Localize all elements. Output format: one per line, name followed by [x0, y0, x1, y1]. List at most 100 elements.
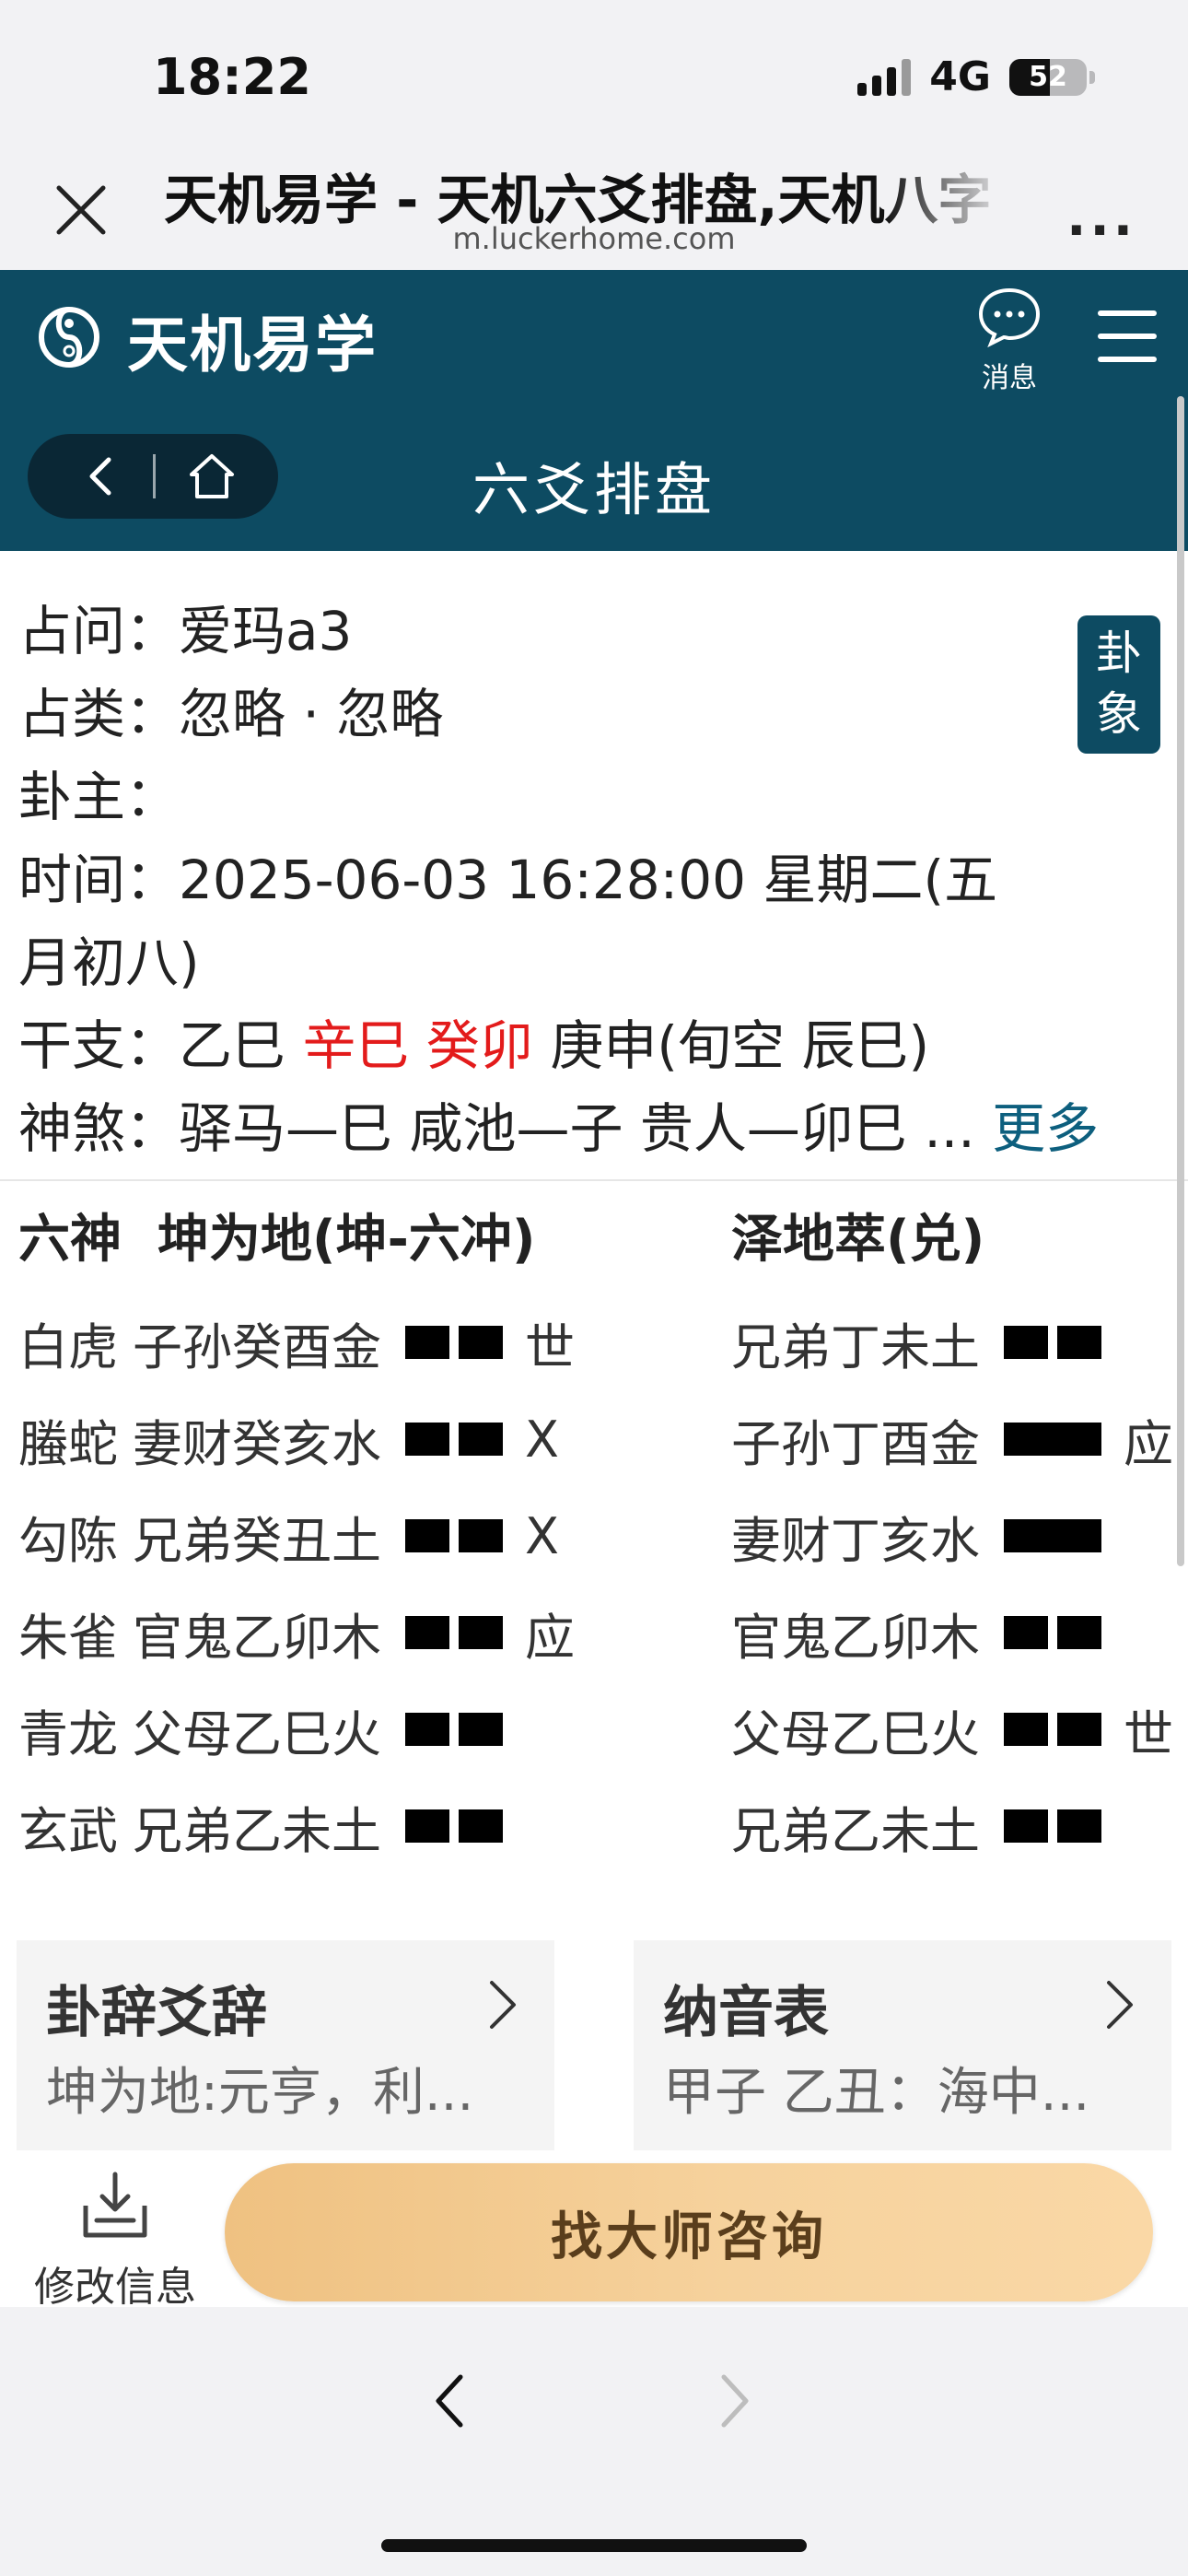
- line-text: 父母乙巳火: [133, 1704, 381, 1763]
- status-bar: 18:22 4G 52: [0, 0, 1188, 147]
- messages-label: 消息: [982, 362, 1037, 394]
- main-line-1: 白虎 子孙癸酉金 世: [18, 1310, 575, 1376]
- line-marker: X: [525, 1506, 559, 1565]
- liushen-name: 青龙: [18, 1704, 118, 1763]
- line-text: 官鬼乙卯木: [133, 1608, 381, 1667]
- main-hexagram-header: 六神 坤为地(坤-六冲): [18, 1198, 535, 1272]
- changed-line-2: 子孙丁酉金 应: [731, 1407, 1173, 1473]
- changed-line-3: 妻财丁亥水: [731, 1504, 1124, 1570]
- line-marker: X: [525, 1410, 559, 1469]
- yin-line-mark: [405, 1519, 503, 1552]
- changed-line-6: 兄弟乙未土: [731, 1794, 1124, 1860]
- page-url: m.luckerhome.com: [452, 221, 736, 256]
- chat-bubble-icon: [978, 287, 1041, 348]
- owner-row: 卦主：: [18, 755, 1160, 838]
- yin-line-mark: [405, 1616, 503, 1649]
- shensha-label: 神煞：: [18, 1097, 180, 1160]
- main-line-4: 朱雀 官鬼乙卯木 应: [18, 1600, 575, 1667]
- changed-line-4: 官鬼乙卯木: [731, 1600, 1124, 1667]
- nayin-card[interactable]: 纳音表 甲子 乙丑：海中...: [634, 1940, 1171, 2150]
- time-row: 时间：2025-06-03 16:28:00 星期二(五: [18, 838, 1160, 921]
- shensha-row: 神煞：驿马—巳 咸池—子 贵人—卯巳 ... 更多: [18, 1087, 1160, 1170]
- time-row-continued: 月初八): [18, 921, 1160, 1004]
- ganzhi-month: 辛巳: [302, 1014, 410, 1077]
- ganzhi-xunkong: (旬空 辰巳): [657, 1014, 930, 1077]
- edit-info-label: 修改信息: [34, 2264, 196, 2311]
- guaci-desc: 坤为地:元亨，利...: [46, 2063, 474, 2123]
- time-value: 2025-06-03 16:28:00 星期二(五: [179, 849, 998, 911]
- question-label: 占问：: [18, 600, 180, 662]
- network-type: 4G: [929, 53, 991, 100]
- line-text: 兄弟乙未土: [731, 1801, 980, 1860]
- changed-line-1: 兄弟丁未土: [731, 1310, 1124, 1376]
- line-text: 兄弟癸丑土: [133, 1511, 381, 1570]
- line-text: 官鬼乙卯木: [731, 1608, 980, 1667]
- battery-level: 52: [1029, 61, 1067, 93]
- logo-icon: [39, 307, 99, 368]
- divination-info: 占问：爱玛a3 占类：忽略 · 忽略 卦主： 时间：2025-06-03 16:…: [18, 590, 1160, 1170]
- line-text: 妻财癸亥水: [133, 1414, 381, 1473]
- shensha-value: 驿马—巳 咸池—子 贵人—卯巳 ...: [179, 1097, 975, 1160]
- category-row: 占类：忽略 · 忽略: [18, 673, 1160, 755]
- edit-info-button[interactable]: 修改信息: [28, 2169, 203, 2313]
- main-line-6: 玄武 兄弟乙未土: [18, 1794, 525, 1860]
- chevron-right-icon: [490, 1981, 516, 2029]
- main-line-2: 螣蛇 妻财癸亥水 X: [18, 1407, 559, 1473]
- yin-line-mark: [1004, 1809, 1101, 1843]
- yin-line-mark: [1004, 1713, 1101, 1746]
- main-line-5: 青龙 父母乙巳火: [18, 1697, 525, 1763]
- line-marker: 应: [1124, 1414, 1173, 1473]
- line-text: 妻财丁亥水: [731, 1511, 980, 1570]
- liushen-name: 螣蛇: [18, 1414, 118, 1473]
- main-hexagram-name: 坤为地(坤-六冲): [157, 1210, 536, 1270]
- yin-line-mark: [405, 1423, 503, 1456]
- question-value: 爱玛a3: [179, 600, 353, 662]
- browser-toolbar: [0, 2307, 1188, 2576]
- divider: [0, 1179, 1188, 1181]
- consult-master-button[interactable]: 找大师咨询: [225, 2163, 1153, 2301]
- scrollbar[interactable]: [1177, 396, 1184, 1566]
- home-indicator[interactable]: [381, 2539, 807, 2552]
- line-marker: 世: [525, 1317, 575, 1376]
- gua-image-button[interactable]: 卦 象: [1077, 615, 1160, 754]
- line-text: 父母乙巳火: [731, 1704, 980, 1763]
- liushen-name: 白虎: [18, 1317, 118, 1376]
- gua-badge-char-1: 卦: [1096, 626, 1142, 680]
- signal-icon: [857, 58, 912, 96]
- line-text: 兄弟乙未土: [133, 1801, 381, 1860]
- messages-button[interactable]: 消息: [971, 287, 1048, 395]
- yin-line-mark: [1004, 1616, 1101, 1649]
- question-row: 占问：爱玛a3: [18, 590, 1160, 673]
- guaci-title: 卦辞爻辞: [46, 1981, 267, 2045]
- site-name[interactable]: 天机易学: [127, 296, 378, 384]
- nayin-title: 纳音表: [663, 1981, 829, 2045]
- yang-line-mark: [1004, 1519, 1101, 1552]
- liushen-header: 六神: [18, 1210, 122, 1270]
- yin-line-mark: [405, 1809, 503, 1843]
- line-marker: 应: [525, 1608, 575, 1667]
- yang-line-mark: [1004, 1423, 1101, 1456]
- hamburger-menu-icon[interactable]: [1098, 310, 1157, 362]
- ganzhi-year: 乙巳: [179, 1014, 286, 1077]
- chevron-right-icon: [1107, 1981, 1133, 2029]
- guaci-card[interactable]: 卦辞爻辞 坤为地:元亨，利...: [17, 1940, 554, 2150]
- yin-line-mark: [405, 1713, 503, 1746]
- more-link[interactable]: 更多: [992, 1097, 1099, 1160]
- liushen-name: 朱雀: [18, 1608, 118, 1667]
- section-title: 六爻排盘: [472, 456, 716, 523]
- more-menu-button[interactable]: ...: [1066, 188, 1136, 248]
- battery-icon: 52: [1009, 58, 1095, 96]
- main-line-3: 勾陈 兄弟癸丑土 X: [18, 1504, 559, 1570]
- ganzhi-row: 干支：乙巳 辛巳 癸卯 庚申(旬空 辰巳): [18, 1004, 1160, 1087]
- ganzhi-day: 癸卯: [425, 1014, 533, 1077]
- changed-hexagram-header: 泽地萃(兑): [731, 1198, 984, 1272]
- site-header: 天机易学 消息 六爻排盘: [0, 270, 1188, 551]
- category-value: 忽略 · 忽略: [179, 683, 444, 745]
- browser-back-icon[interactable]: [431, 2371, 468, 2430]
- browser-forward-icon[interactable]: [716, 2371, 753, 2430]
- time-value-cont: 月初八): [18, 931, 200, 994]
- category-label: 占类：: [18, 683, 180, 745]
- changed-line-5: 父母乙巳火 世: [731, 1697, 1173, 1763]
- nayin-desc: 甲子 乙丑：海中...: [663, 2063, 1090, 2123]
- yin-line-mark: [1004, 1326, 1101, 1359]
